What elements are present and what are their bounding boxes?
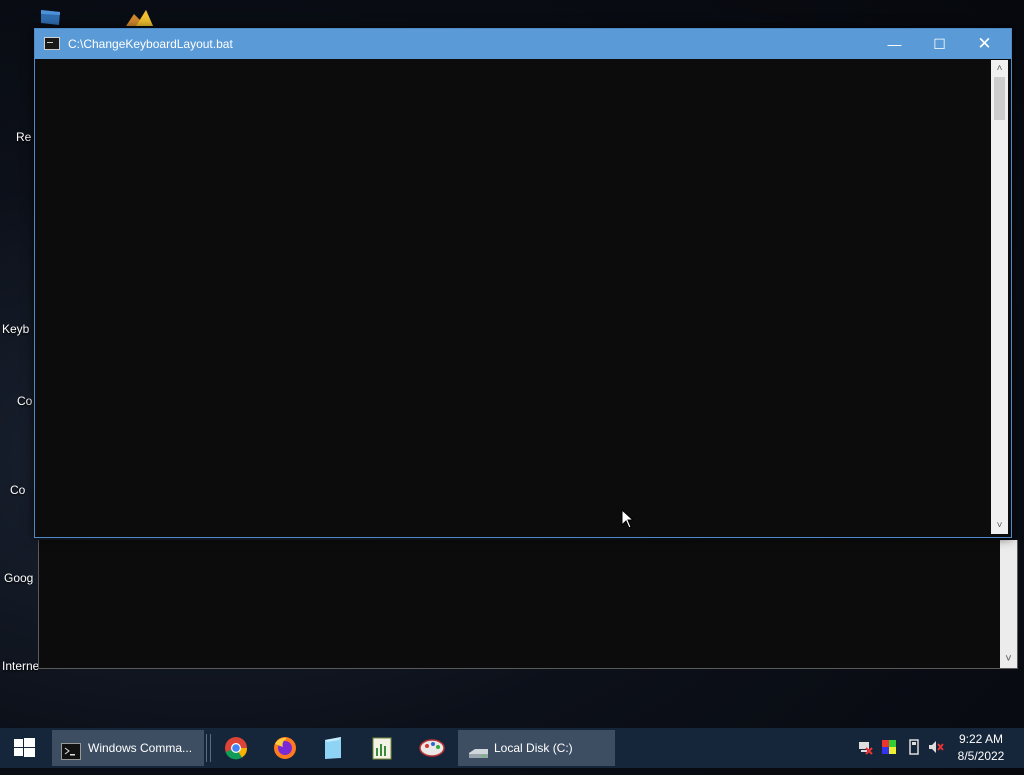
window-title: C:\ChangeKeyboardLayout.bat [68,37,233,51]
firefox-icon[interactable] [267,734,303,762]
volume-muted-icon[interactable] [928,739,944,755]
drive-icon [467,739,489,775]
notepad-icon[interactable] [315,734,351,762]
scroll-down-button[interactable]: ˅ [991,517,1008,534]
desktop-icon-label[interactable]: Goog [4,571,34,585]
start-button[interactable] [0,728,48,768]
close-button[interactable]: ✕ [962,29,1007,59]
taskbar-task-file-explorer[interactable]: Local Disk (C:) [458,730,615,766]
cmd-icon[interactable] [44,37,60,50]
desktop-icon-label[interactable]: Re [16,130,34,144]
desktop-icon-label[interactable]: Keyb [2,322,34,336]
console-output[interactable] [38,60,990,532]
vertical-scrollbar[interactable]: ˄ ˅ [991,60,1008,534]
taskbar-separator [206,734,211,762]
mouse-cursor-icon [621,508,635,534]
chrome-icon[interactable] [218,734,254,762]
console-window[interactable]: C:\ChangeKeyboardLayout.bat — ☐ ✕ ˄ ˅ [34,28,1012,538]
windows-logo-icon [14,738,35,757]
color-icon[interactable] [881,739,897,755]
background-console-window[interactable]: ˅ [38,540,1018,669]
scroll-thumb[interactable] [994,77,1005,120]
minimize-button[interactable]: — [872,29,917,59]
task-label: Local Disk (C:) [494,741,573,755]
task-label: Windows Comma... [88,741,193,755]
scroll-down-button[interactable]: ˅ [1000,651,1017,668]
vertical-scrollbar[interactable]: ˅ [1000,540,1017,668]
usb-icon[interactable] [906,739,922,755]
taskbar-task-command-prompt[interactable]: Windows Comma... [52,730,204,766]
desktop-icon-label[interactable]: Co [17,394,34,408]
clock-date: 8/5/2022 [957,749,1005,763]
maximize-button[interactable]: ☐ [917,29,962,59]
clock-time: 9:22 AM [958,732,1004,746]
paint-icon[interactable] [414,734,450,762]
desktop-icon-label[interactable]: Interne [2,659,38,673]
desktop-icon-label[interactable]: Co [10,483,34,497]
title-bar[interactable]: C:\ChangeKeyboardLayout.bat — ☐ ✕ [35,29,1011,59]
system-clock[interactable]: 9:22 AM 8/5/2022 [946,731,1016,765]
spreadsheet-icon[interactable] [364,734,400,762]
cmd-icon [61,739,81,775]
network-icon[interactable] [857,739,873,755]
scroll-up-button[interactable]: ˄ [991,60,1008,77]
taskbar: Windows Comma... Local Disk (C:) 9:22 AM… [0,728,1024,768]
